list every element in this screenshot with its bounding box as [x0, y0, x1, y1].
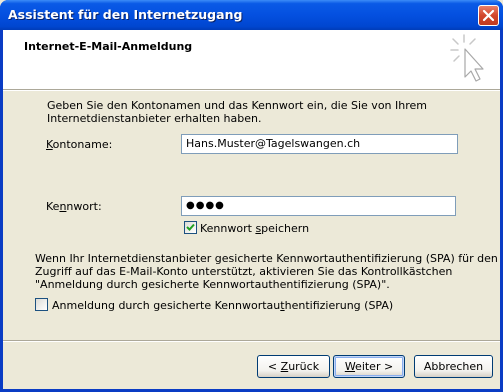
- save-password-checkbox[interactable]: [184, 221, 197, 234]
- close-icon: [482, 9, 495, 22]
- account-name-value: Hans.Muster@Tagelswangen.ch: [186, 137, 361, 150]
- next-button[interactable]: Weiter >: [333, 355, 405, 378]
- window-title: Assistent für den Internetzugang: [8, 7, 243, 22]
- password-masked-value: ●●●●: [186, 200, 225, 211]
- password-input[interactable]: ●●●●: [181, 196, 456, 216]
- save-password-label[interactable]: Kennwort speichern: [200, 222, 309, 235]
- title-bar[interactable]: Assistent für den Internetzugang: [0, 0, 503, 30]
- intro-text-line-1: Geben Sie den Kontonamen und das Kennwor…: [47, 99, 427, 112]
- wizard-window: Assistent für den Internetzugang Interne…: [0, 0, 503, 392]
- checkmark-icon: [186, 223, 195, 231]
- header-separator: [3, 90, 500, 91]
- spa-info-line-2: Zugriff auf das E-Mail-Konto unterstützt…: [35, 265, 453, 278]
- wizard-header: Internet-E-Mail-Anmeldung: [3, 30, 500, 90]
- spa-checkbox[interactable]: [35, 298, 48, 311]
- intro-text-line-2: Internetdienstanbieter erhalten haben.: [47, 112, 262, 125]
- back-button[interactable]: < Zurück: [257, 355, 330, 378]
- footer-separator: [3, 340, 500, 342]
- account-name-input[interactable]: Hans.Muster@Tagelswangen.ch: [181, 134, 458, 154]
- page-title: Internet-E-Mail-Anmeldung: [24, 40, 193, 53]
- wizard-sparkle-cursor-icon: [450, 34, 484, 82]
- account-name-label: Kontoname:: [46, 138, 113, 151]
- spa-info-line-3: "Anmeldung durch gesicherte Kennwortauth…: [35, 278, 390, 291]
- spa-checkbox-label[interactable]: Anmeldung durch gesicherte Kennwortauthe…: [52, 299, 393, 312]
- password-label: Kennwort:: [46, 200, 102, 213]
- cancel-button[interactable]: Abbrechen: [414, 355, 493, 378]
- close-button[interactable]: [478, 5, 499, 26]
- spa-info-line-1: Wenn Ihr Internetdienstanbieter gesicher…: [35, 252, 498, 265]
- wizard-client-area: Internet-E-Mail-Anmeldung Geben Sie den …: [3, 30, 500, 389]
